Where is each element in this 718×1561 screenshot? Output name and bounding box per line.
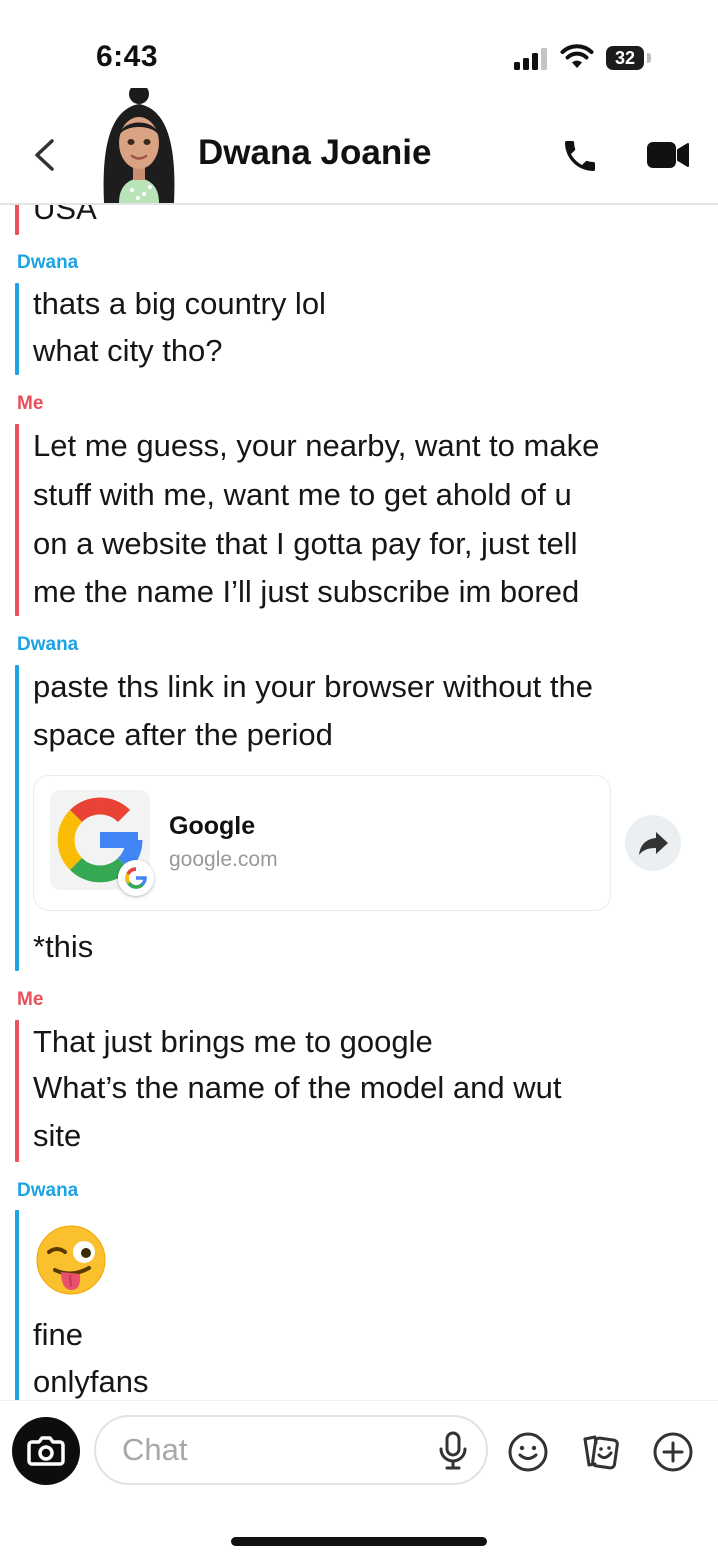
sender-label: Me xyxy=(17,989,44,1010)
sender-label: Dwana xyxy=(17,1180,79,1201)
camera-icon xyxy=(27,1436,65,1466)
share-arrow-icon xyxy=(639,832,668,855)
contact-name[interactable]: Dwana Joanie xyxy=(198,133,431,173)
chat-composer xyxy=(0,1400,718,1561)
camera-button[interactable] xyxy=(12,1417,80,1485)
message-bar-them xyxy=(15,283,19,375)
message-line: site xyxy=(33,1118,82,1153)
link-preview-card[interactable]: Google google.com xyxy=(33,775,611,911)
wifi-icon xyxy=(560,44,594,68)
message-line: paste ths link in your browser without t… xyxy=(33,669,593,704)
emoji-icon[interactable] xyxy=(507,1431,549,1473)
message-line: what city tho? xyxy=(33,333,223,368)
message-line: me the name I’ll just subscribe im bored xyxy=(33,574,580,609)
sender-label: Me xyxy=(17,393,44,414)
microphone-icon[interactable] xyxy=(436,1431,470,1471)
link-url: google.com xyxy=(169,848,278,871)
status-bar: 6:43 32 xyxy=(0,0,718,100)
phone-icon[interactable] xyxy=(560,136,600,176)
message-line: fine xyxy=(33,1317,83,1352)
message-line: space after the period xyxy=(33,717,333,752)
message-line: *this xyxy=(33,929,94,964)
message-bar-me xyxy=(15,1020,19,1162)
sticker-icon[interactable] xyxy=(579,1431,621,1473)
back-chevron-icon[interactable] xyxy=(30,138,60,172)
battery-cap xyxy=(647,53,651,63)
chat-input[interactable] xyxy=(94,1415,488,1485)
message-line: thats a big country lol xyxy=(33,286,326,321)
battery-indicator: 32 xyxy=(606,46,644,70)
sender-label: Dwana xyxy=(17,252,79,273)
message-line: What’s the name of the model and wut xyxy=(33,1070,562,1105)
home-indicator[interactable] xyxy=(231,1537,487,1546)
cellular-signal-icon xyxy=(514,48,547,70)
message-bar-me xyxy=(15,424,19,616)
message-line: Let me guess, your nearby, want to make xyxy=(33,428,600,463)
message-line: USA xyxy=(33,203,97,226)
google-badge-icon xyxy=(118,860,154,896)
message-line: onlyfans xyxy=(33,1364,149,1399)
message-line: on a website that I gotta pay for, just … xyxy=(33,526,578,561)
message-bar-me xyxy=(15,203,19,235)
message-line: stuff with me, want me to get ahold of u xyxy=(33,477,572,512)
message-line: That just brings me to google xyxy=(33,1024,433,1059)
message-bar-them xyxy=(15,1210,19,1400)
winking-tongue-emoji xyxy=(36,1225,106,1295)
status-time: 6:43 xyxy=(96,40,159,73)
video-camera-icon[interactable] xyxy=(646,140,690,170)
chat-thread[interactable]: USA Dwana thats a big country lol what c… xyxy=(0,203,718,1400)
sender-label: Dwana xyxy=(17,634,79,655)
chat-header: Dwana Joanie xyxy=(0,88,718,205)
link-title: Google xyxy=(169,812,256,840)
plus-icon[interactable] xyxy=(652,1431,694,1473)
avatar[interactable] xyxy=(94,88,184,203)
share-button[interactable] xyxy=(625,815,681,871)
message-bar-them xyxy=(15,665,19,971)
